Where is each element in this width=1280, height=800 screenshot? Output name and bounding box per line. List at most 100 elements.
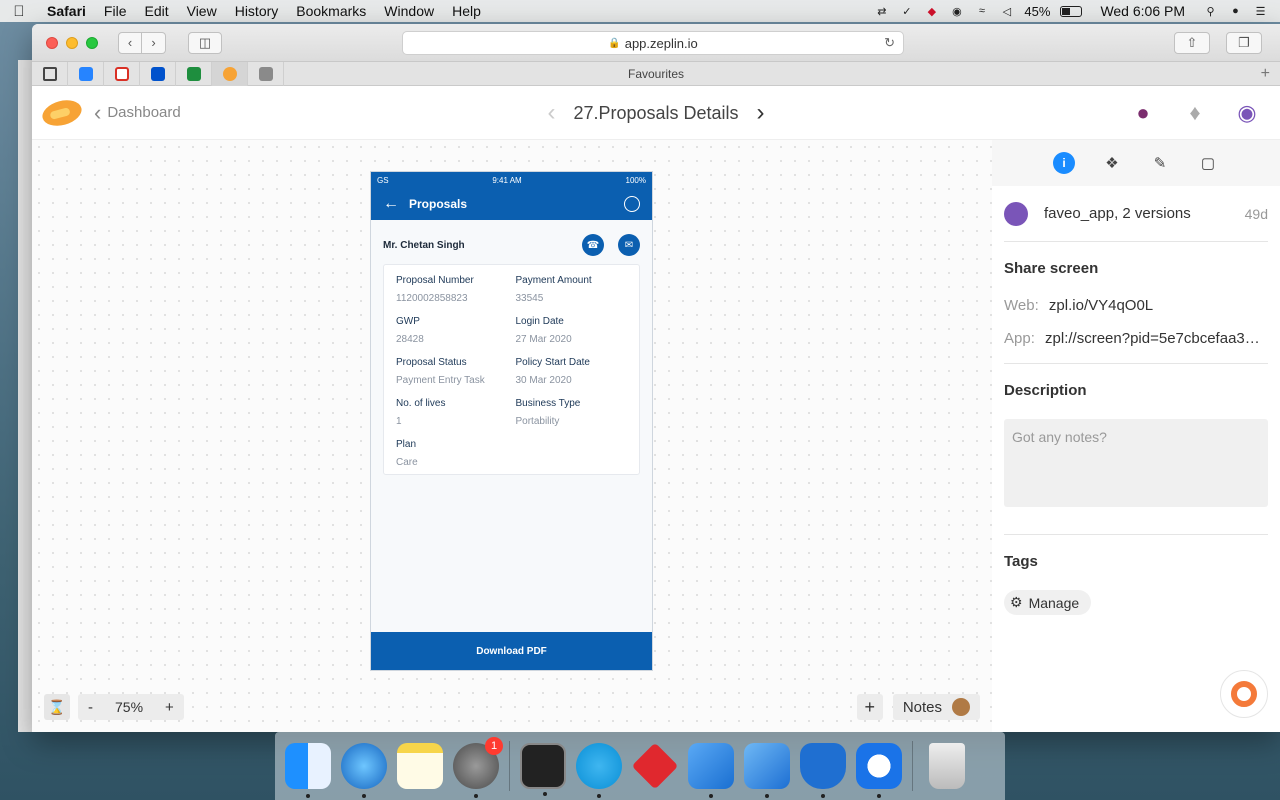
- zoom-window-button[interactable]: [86, 36, 98, 49]
- notification-badge: 1: [485, 737, 503, 755]
- sidebar-toggle-button[interactable]: ◫: [188, 31, 222, 54]
- menu-history[interactable]: History: [226, 3, 288, 19]
- notification-center-icon[interactable]: ☰: [1253, 4, 1268, 19]
- address-bar[interactable]: 🔒 app.zeplin.io ↻: [402, 31, 904, 55]
- reading-list-icon[interactable]: [32, 61, 68, 86]
- terminal-icon[interactable]: [520, 743, 566, 796]
- finder-icon[interactable]: [285, 743, 331, 798]
- simulator-icon[interactable]: [688, 743, 734, 798]
- clock[interactable]: Wed 6:06 PM: [1100, 3, 1185, 19]
- styleguide-tab-icon[interactable]: ❖: [1101, 152, 1123, 174]
- tags-title: Tags: [1004, 553, 1038, 570]
- field-label: Proposal Status: [396, 357, 467, 368]
- screen-title: 27.Proposals Details: [573, 102, 739, 123]
- field-label: Login Date: [515, 316, 564, 327]
- menu-help[interactable]: Help: [443, 3, 490, 19]
- battery-percent[interactable]: 45%: [1024, 4, 1050, 19]
- zoom-out-button[interactable]: -: [78, 699, 103, 716]
- grapes-icon[interactable]: ●: [1128, 98, 1158, 128]
- check-icon[interactable]: ✓: [899, 4, 914, 19]
- assets-tab-icon[interactable]: ✎: [1149, 152, 1171, 174]
- menu-app-name[interactable]: Safari: [38, 3, 95, 19]
- battery-icon[interactable]: [1060, 5, 1083, 17]
- notes-toggle-button[interactable]: Notes: [892, 694, 980, 720]
- reload-icon[interactable]: ↻: [884, 35, 895, 51]
- globe-icon[interactable]: ◉: [949, 4, 964, 19]
- web-label: Web:: [1004, 297, 1039, 314]
- browser-back-button[interactable]: ‹: [118, 31, 142, 54]
- screen-title-nav: ‹ 27.Proposals Details ›: [32, 86, 1280, 140]
- app-link[interactable]: zpl://screen?pid=5e7cbcefaa3…: [1045, 330, 1260, 347]
- version-info[interactable]: faveo_app, 2 versions: [1044, 205, 1191, 222]
- diamond-icon[interactable]: ◆: [924, 4, 939, 19]
- design-canvas[interactable]: GS 9:41 AM 100% ← Proposals Mr. Chetan S…: [32, 140, 992, 732]
- menu-file[interactable]: File: [95, 3, 136, 19]
- previous-screen-icon[interactable]: ‹: [547, 99, 555, 127]
- share-button[interactable]: ⇧: [1174, 32, 1210, 54]
- add-note-button[interactable]: +: [856, 694, 883, 720]
- close-window-button[interactable]: [46, 36, 58, 49]
- customer-name: Mr. Chetan Singh: [383, 239, 465, 251]
- screen-preview[interactable]: GS 9:41 AM 100% ← Proposals Mr. Chetan S…: [370, 171, 653, 671]
- safari-icon[interactable]: [341, 743, 387, 798]
- info-tab-icon[interactable]: i: [1053, 152, 1075, 174]
- zoom-level[interactable]: 75%: [103, 699, 155, 715]
- app-link-row[interactable]: App: zpl://screen?pid=5e7cbcefaa3…: [1004, 330, 1268, 347]
- description-section: Description: [1004, 382, 1268, 512]
- dashboard-back-link[interactable]: ‹ Dashboard: [94, 101, 181, 124]
- manage-tags-button[interactable]: ⚙ Manage: [1004, 590, 1092, 615]
- zeplin-favourite-icon[interactable]: [212, 61, 248, 86]
- background-window: [18, 60, 32, 732]
- notifications-bell-icon[interactable]: ♦: [1180, 98, 1210, 128]
- user-avatar-icon[interactable]: ◉: [1232, 98, 1262, 128]
- bitbucket-favourite-icon[interactable]: [140, 61, 176, 86]
- siri-icon[interactable]: ●: [1228, 4, 1243, 19]
- j-favourite-icon[interactable]: [248, 61, 284, 86]
- field-payment-amount: Payment Amount 33545: [516, 275, 628, 304]
- phone-call-icon: ☎: [582, 234, 604, 256]
- manage-label: Manage: [1028, 594, 1080, 611]
- git-client-icon[interactable]: [631, 742, 679, 790]
- minimize-window-button[interactable]: [66, 36, 78, 49]
- menu-window[interactable]: Window: [375, 3, 443, 19]
- next-screen-icon[interactable]: ›: [757, 99, 765, 127]
- field-label: Policy Start Date: [515, 357, 590, 368]
- menu-view[interactable]: View: [178, 3, 226, 19]
- zoom-in-button[interactable]: +: [155, 699, 184, 716]
- jira-favourite-icon[interactable]: [68, 61, 104, 86]
- spotlight-search-icon[interactable]: ⚲: [1203, 4, 1218, 19]
- xcode-icon[interactable]: [744, 743, 790, 798]
- phone-status-bar: GS 9:41 AM 100%: [371, 172, 652, 188]
- zoom-controls: ⌛ - 75% +: [44, 694, 184, 720]
- hourglass-icon[interactable]: ⌛: [44, 694, 70, 720]
- browser-forward-button[interactable]: ›: [142, 31, 166, 54]
- menu-bookmarks[interactable]: Bookmarks: [287, 3, 375, 19]
- field-label: Business Type: [515, 398, 581, 409]
- web-link-row[interactable]: Web: zpl.io/VY4qO0L: [1004, 297, 1268, 314]
- notes-app-icon[interactable]: [397, 743, 443, 789]
- description-notes-field[interactable]: [1004, 419, 1268, 507]
- browser-toolbar: ‹ › ◫ 🔒 app.zeplin.io ↻ ⇧ ❐: [32, 24, 1280, 62]
- vpn-shield-icon[interactable]: [800, 743, 846, 798]
- volume-icon[interactable]: ◁: [999, 4, 1014, 19]
- help-lifebuoy-button[interactable]: [1220, 670, 1268, 718]
- tab-overview-button[interactable]: ❐: [1226, 32, 1262, 54]
- menu-edit[interactable]: Edit: [135, 3, 177, 19]
- web-link[interactable]: zpl.io/VY4qO0L: [1049, 297, 1153, 314]
- new-tab-plus-icon[interactable]: +: [1261, 65, 1270, 83]
- notes-label: Notes: [902, 698, 942, 716]
- skype-icon[interactable]: [576, 743, 622, 798]
- apple-menu-icon[interactable]: : [0, 3, 38, 20]
- monkey-icon: [952, 698, 970, 716]
- window-controls: [32, 36, 98, 49]
- zeplin-logo-icon[interactable]: [39, 95, 85, 130]
- teamviewer-app-icon[interactable]: [856, 743, 902, 798]
- wifi-icon[interactable]: ≈: [974, 4, 989, 19]
- teamviewer-icon[interactable]: ⇄: [874, 4, 889, 19]
- comments-tab-icon[interactable]: ▢: [1197, 152, 1219, 174]
- download-pdf-button: Download PDF: [371, 632, 652, 670]
- trash-icon[interactable]: [929, 743, 965, 789]
- sheets-favourite-icon[interactable]: [176, 61, 212, 86]
- gmail-favourite-icon[interactable]: [104, 61, 140, 86]
- system-preferences-icon[interactable]: 1: [453, 737, 503, 798]
